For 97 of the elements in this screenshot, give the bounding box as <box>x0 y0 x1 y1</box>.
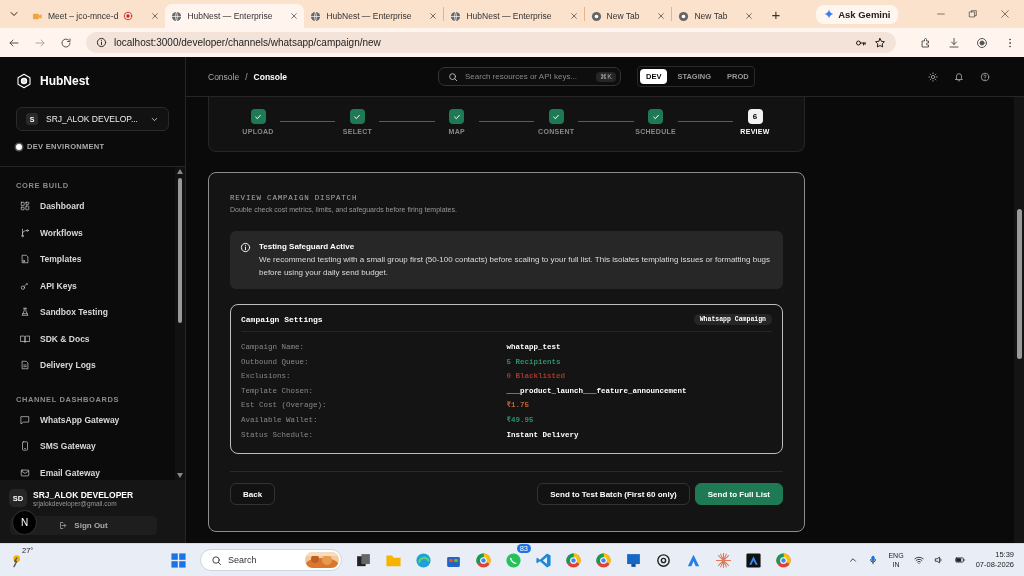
check-mark <box>254 112 262 121</box>
check-mark <box>552 112 561 121</box>
monitor-icon[interactable] <box>625 551 642 569</box>
file-icon <box>20 254 30 265</box>
close-icon[interactable] <box>290 12 299 20</box>
document-icon <box>20 360 30 371</box>
test-batch-button[interactable]: Send to Test Batch (First 60 only) <box>537 483 690 506</box>
caret-up-icon[interactable] <box>848 555 859 565</box>
check-mark <box>452 112 461 121</box>
battery-icon[interactable] <box>953 555 966 565</box>
close-icon[interactable] <box>429 12 438 20</box>
search-field[interactable]: Search <box>200 549 342 571</box>
close-icon[interactable] <box>1000 9 1010 19</box>
breadcrumb-separator: / <box>245 71 248 82</box>
breadcrumb-link[interactable]: Console <box>208 71 240 82</box>
bell-icon[interactable] <box>954 71 964 82</box>
record-icon <box>123 11 134 21</box>
check-mark <box>651 112 660 121</box>
scroll-down-icon <box>177 473 183 478</box>
browser-tab[interactable]: Meet – jco-mnce-d <box>26 4 166 28</box>
ribbon-icon[interactable] <box>535 551 552 569</box>
search-icon <box>211 554 222 566</box>
microphone-icon[interactable] <box>868 555 879 565</box>
ring-icon[interactable] <box>475 551 492 569</box>
chat-icon <box>20 414 30 425</box>
star-icon[interactable] <box>874 36 886 49</box>
restore-icon[interactable] <box>968 9 978 19</box>
speaker-icon[interactable] <box>933 555 944 565</box>
nav-item[interactable]: SDK & Docs <box>16 325 175 352</box>
browser-tab[interactable]: HubNest — Enterprise <box>165 4 305 28</box>
hexagon-logo-icon <box>16 73 32 89</box>
back-button[interactable]: Back <box>230 483 276 506</box>
wifi-icon[interactable] <box>913 555 924 565</box>
nav-item[interactable]: API Keys <box>16 272 175 299</box>
help-icon[interactable] <box>980 71 990 82</box>
assistant-button[interactable]: Ask Gemini <box>816 4 899 24</box>
browser-tab[interactable]: New Tab <box>672 4 760 28</box>
globe-icon <box>171 10 183 22</box>
browser-tab[interactable]: HubNest — Enterprise <box>444 4 584 28</box>
address-bar[interactable]: localhost:3000/developer/channels/whatsapp/campaign/new <box>86 32 896 53</box>
grid-icon <box>20 201 30 212</box>
grid-icon[interactable] <box>170 551 187 569</box>
flask-icon <box>20 307 30 318</box>
nav-item[interactable]: Delivery Logs <box>16 352 175 379</box>
scroll-up-icon <box>177 169 183 174</box>
browser-tab[interactable]: HubNest — Enterprise <box>304 4 444 28</box>
brand-name: HubNest <box>40 74 90 88</box>
breadcrumb-link[interactable]: Console <box>253 71 288 82</box>
user-name: SRJ_ALOK DEVELOPER <box>33 489 134 500</box>
info-icon <box>96 37 107 48</box>
swirl-icon[interactable] <box>415 551 432 569</box>
panel-title: Campaign Settings <box>241 315 323 324</box>
ring-icon[interactable] <box>565 551 582 569</box>
close-icon[interactable] <box>569 12 578 20</box>
browser-logo-icon <box>678 10 690 22</box>
nav-item[interactable]: WhatsApp Gateway <box>16 406 175 433</box>
sun-icon[interactable] <box>928 71 938 82</box>
step-number: 6 <box>747 109 763 124</box>
key-icon <box>20 280 30 291</box>
nav-item[interactable]: Sandbox Testing <box>16 299 175 326</box>
sparkle-icon <box>824 9 835 19</box>
browser-logo-icon <box>590 10 602 22</box>
scrollbar[interactable] <box>175 167 185 480</box>
nav-item[interactable]: Email Gateway <box>16 459 175 480</box>
nav-item[interactable]: Workflows <box>16 219 175 246</box>
nav-item[interactable]: Templates <box>16 246 175 273</box>
ring-icon[interactable] <box>595 551 612 569</box>
close-icon[interactable] <box>657 12 666 20</box>
alert-message: We recommend testing with a small group first (50-100 contacts) before scaling to your full list. This isolates templating issues or formatting bugs before using your daily send budget. <box>259 254 772 279</box>
reload-icon[interactable] <box>60 36 72 49</box>
download-icon[interactable] <box>948 36 960 49</box>
phone-icon <box>20 441 30 452</box>
mail-icon <box>20 467 30 478</box>
send-full-list-button[interactable]: Send to Full List <box>694 483 783 506</box>
logout-icon <box>59 521 69 530</box>
ring-icon[interactable] <box>775 551 792 569</box>
browser-tab[interactable]: New Tab <box>584 4 672 28</box>
close-icon[interactable] <box>151 12 160 20</box>
status-dot-icon <box>16 143 22 150</box>
arrow-app-icon[interactable] <box>745 551 762 569</box>
info-icon <box>240 242 251 253</box>
globe-icon <box>450 10 462 22</box>
profile-icon[interactable] <box>976 36 988 49</box>
scrollbar[interactable] <box>1014 97 1024 543</box>
squares-icon[interactable] <box>355 551 372 569</box>
new-tab-button[interactable]: + <box>765 5 787 23</box>
book-icon <box>20 333 30 344</box>
check-mark <box>353 112 362 121</box>
globe-icon <box>310 10 322 22</box>
starburst-icon[interactable] <box>715 551 732 569</box>
alert-title: Testing Safeguard Active <box>259 242 356 251</box>
puzzle-icon[interactable] <box>920 36 932 49</box>
nav-item[interactable]: SMS Gateway <box>16 433 175 460</box>
branch-icon <box>20 227 30 238</box>
nav-item[interactable]: Dashboard <box>16 193 175 220</box>
search-icon <box>448 71 458 82</box>
close-icon[interactable] <box>745 12 754 20</box>
